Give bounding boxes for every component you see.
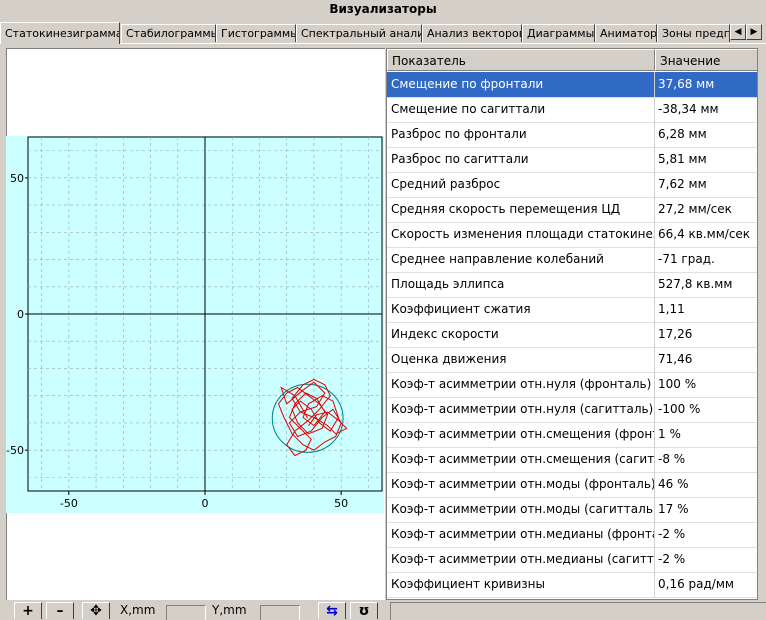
header-indicator[interactable]: Показатель (387, 49, 655, 71)
indicator-value: -2 % (658, 527, 686, 541)
indicator-name: Коэф-т асимметрии отн.смещения (фронталь… (387, 422, 655, 447)
y-tick-label: 0 (17, 308, 24, 321)
y-mm-label: Y,mm (212, 603, 247, 617)
indicator-value: 27,2 мм/сек (658, 202, 732, 216)
table-row[interactable]: Коэф-т асимметрии отн.моды (сагитталь) 17… (387, 497, 757, 523)
indicator-name: Смещение по фронтали (387, 72, 655, 97)
indicator-name: Разброс по фронтали (387, 122, 655, 147)
indicator-value: 1,11 (658, 302, 685, 316)
x-tick-label: -50 (60, 497, 78, 510)
table-row[interactable]: Оценка движения 71,46 (387, 347, 757, 373)
indicator-name: Коэффициент кривизны (387, 572, 655, 597)
indicator-name: Разброс по сагиттали (387, 147, 655, 172)
tab-5[interactable]: Диаграммы (522, 24, 595, 42)
indicator-name: Индекс скорости (387, 322, 655, 347)
indicator-value: 46 % (658, 477, 689, 491)
tab-scroll-left-button[interactable]: ◀ (730, 24, 746, 40)
table-row[interactable]: Коэф-т асимметрии отн.нуля (сагитталь) -1… (387, 397, 757, 423)
indicator-name: Оценка движения (387, 347, 655, 372)
table-row[interactable]: Коэф-т асимметрии отн.смещения (фронталь… (387, 422, 757, 448)
indicators-table: Показатель Значение Смещение по фронтали… (386, 48, 758, 600)
tab-7[interactable]: Зоны предпо (657, 24, 730, 42)
indicator-name: Коэф-т асимметрии отн.моды (фронталь) (387, 472, 655, 497)
indicator-name: Коэф-т асимметрии отн.смещения (сагиттал… (387, 447, 655, 472)
indicator-value: -38,34 мм (658, 102, 719, 116)
y-tick-label: 50 (10, 172, 24, 185)
indicator-value: 5,81 мм (658, 152, 707, 166)
indicator-name: Коэф-т асимметрии отн.медианы (фронталь) (387, 522, 655, 547)
indicator-value: 6,28 мм (658, 127, 707, 141)
y-mm-field[interactable] (260, 605, 300, 620)
x-mm-label: X,mm (120, 603, 156, 617)
table-row[interactable]: Индекс скорости 17,26 (387, 322, 757, 348)
indicator-name: Коэф-т асимметрии отн.медианы (сагитталь… (387, 547, 655, 572)
tab-6[interactable]: Аниматор (595, 24, 657, 42)
zoom-out-button[interactable]: – (46, 602, 74, 619)
tab-0[interactable]: Статокинезиграмма (0, 22, 120, 44)
feet-icon[interactable]: ʊ (350, 602, 378, 619)
indicator-value: 7,62 мм (658, 177, 707, 191)
window-title: Визуализаторы (0, 0, 766, 18)
indicator-value: -71 град. (658, 252, 715, 266)
x-tick-label: 0 (202, 497, 209, 510)
indicator-name: Скорость изменения площади статокинезигр… (387, 222, 655, 247)
table-row[interactable]: Средний разброс 7,62 мм (387, 172, 757, 198)
tab-3[interactable]: Спектральный анализ (296, 24, 422, 42)
indicator-value: 527,8 кв.мм (658, 277, 733, 291)
indicator-value: -2 % (658, 552, 686, 566)
x-tick-label: 50 (334, 497, 348, 510)
table-row[interactable]: Скорость изменения площади статокинезигр… (387, 222, 757, 248)
zoom-in-button[interactable]: + (14, 602, 42, 619)
indicator-value: -8 % (658, 452, 686, 466)
x-mm-field[interactable] (166, 605, 206, 620)
statokinesigram-chart: -50 0 50 50 0 -50 (6, 136, 384, 513)
table-row[interactable]: Коэф-т асимметрии отн.смещения (сагиттал… (387, 447, 757, 473)
table-row[interactable]: Разброс по сагиттали 5,81 мм (387, 147, 757, 173)
indicator-name: Средний разброс (387, 172, 655, 197)
table-row[interactable]: Коэф-т асимметрии отн.моды (фронталь) 46 … (387, 472, 757, 498)
table-row[interactable]: Коэф-т асимметрии отн.медианы (сагитталь… (387, 547, 757, 573)
swap-arrows-icon[interactable]: ⇆ (318, 602, 346, 619)
table-row[interactable]: Средняя скорость перемещения ЦД 27,2 мм/с… (387, 197, 757, 223)
table-header: Показатель Значение (387, 49, 757, 71)
table-row[interactable]: Разброс по фронтали 6,28 мм (387, 122, 757, 148)
indicator-name: Коэф-т асимметрии отн.моды (сагитталь) (387, 497, 655, 522)
header-value[interactable]: Значение (655, 49, 757, 71)
tab-4[interactable]: Анализ векторов (422, 24, 522, 42)
tab-1[interactable]: Стабилограммы (121, 24, 216, 42)
indicator-name: Среднее направление колебаний (387, 247, 655, 272)
indicator-value: 0,16 рад/мм (658, 577, 734, 591)
indicator-name: Коэф-т асимметрии отн.нуля (сагитталь) (387, 397, 655, 422)
table-row[interactable]: Коэффициент сжатия 1,11 (387, 297, 757, 323)
indicator-value: 66,4 кв.мм/сек (658, 227, 751, 241)
tab-strip: Статокинезиграмма Стабилограммы Гистограмм… (0, 22, 766, 44)
center-icon[interactable]: ✥ (82, 602, 110, 619)
table-row[interactable]: Среднее направление колебаний -71 град. (387, 247, 757, 273)
indicator-value: 37,68 мм (658, 77, 715, 91)
table-row[interactable]: Смещение по фронтали 37,68 мм (387, 72, 757, 98)
tab-2[interactable]: Гистограммы (216, 24, 296, 42)
table-row[interactable]: Коэффициент кривизны 0,16 рад/мм (387, 572, 757, 598)
indicator-name: Коэффициент сжатия (387, 297, 655, 322)
indicator-value: 100 % (658, 377, 697, 391)
status-panel (390, 602, 766, 620)
indicator-value: 17 % (658, 502, 689, 516)
table-row[interactable]: Площадь эллипса 527,8 кв.мм (387, 272, 757, 298)
table-row[interactable]: Коэф-т асимметрии отн.медианы (фронталь)… (387, 522, 757, 548)
indicator-name: Средняя скорость перемещения ЦД (387, 197, 655, 222)
table-row[interactable]: Коэф-т асимметрии отн.нуля (фронталь) 100… (387, 372, 757, 398)
tab-scroll-right-button[interactable]: ▶ (746, 24, 762, 40)
y-tick-label: -50 (6, 444, 24, 457)
indicator-value: 71,46 (658, 352, 693, 366)
indicator-name: Площадь эллипса (387, 272, 655, 297)
indicator-name: Смещение по сагиттали (387, 97, 655, 122)
indicator-value: 1 % (658, 427, 681, 441)
table-row[interactable]: Смещение по сагиттали -38,34 мм (387, 97, 757, 123)
indicator-value: -100 % (658, 402, 701, 416)
indicator-value: 17,26 (658, 327, 693, 341)
indicator-name: Коэф-т асимметрии отн.нуля (фронталь) (387, 372, 655, 397)
